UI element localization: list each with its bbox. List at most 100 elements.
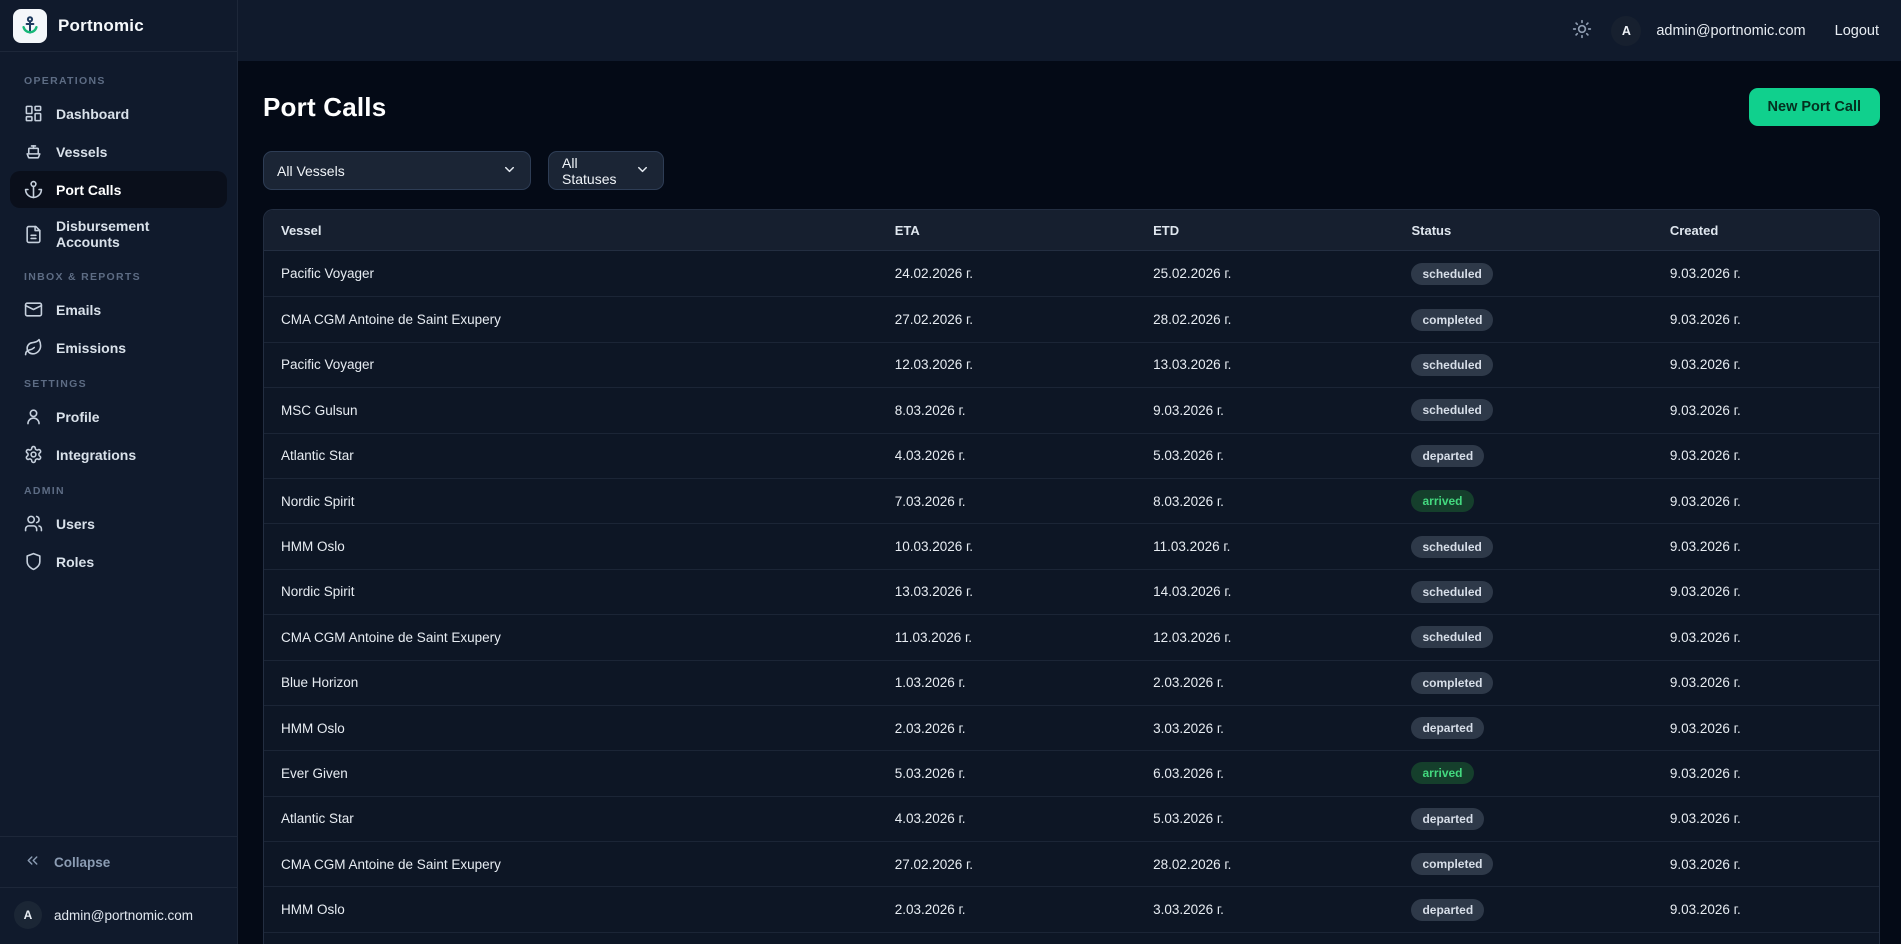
status-cell: completed	[1394, 672, 1652, 694]
sidebar-item-roles[interactable]: Roles	[10, 543, 227, 580]
nav-section-label-admin: ADMIN	[10, 474, 227, 504]
nav-section-label-operations: OPERATIONS	[10, 64, 227, 94]
etd-cell: 8.03.2026 г.	[1136, 494, 1394, 509]
brand-name: Portnomic	[58, 16, 144, 36]
column-header-created: Created	[1653, 223, 1879, 238]
table-row[interactable]: HMM Oslo2.03.2026 г.3.03.2026 г.departed…	[264, 705, 1879, 750]
table-row[interactable]: Atlantic Star4.03.2026 г.5.03.2026 г.dep…	[264, 796, 1879, 841]
vessel-cell: Nordic Spirit	[264, 494, 878, 509]
eta-cell: 2.03.2026 г.	[878, 721, 1136, 736]
etd-cell: 28.02.2026 г.	[1136, 312, 1394, 327]
status-badge: arrived	[1411, 490, 1473, 512]
sun-icon	[1572, 19, 1592, 42]
sidebar-item-profile[interactable]: Profile	[10, 398, 227, 435]
status-filter-select[interactable]: All Statuses	[548, 151, 664, 190]
sidebar-item-label: Integrations	[56, 447, 136, 463]
status-badge: departed	[1411, 445, 1484, 467]
eta-cell: 7.03.2026 г.	[878, 494, 1136, 509]
etd-cell: 13.03.2026 г.	[1136, 357, 1394, 372]
sidebar-item-dashboard[interactable]: Dashboard	[10, 95, 227, 132]
table-row[interactable]: Pacific Voyager12.03.2026 г.13.03.2026 г…	[264, 342, 1879, 387]
sidebar-item-port-calls[interactable]: Port Calls	[10, 171, 227, 208]
created-cell: 9.03.2026 г.	[1653, 857, 1879, 872]
status-cell: completed	[1394, 853, 1652, 875]
table-row[interactable]: HMM Oslo10.03.2026 г.11.03.2026 г.schedu…	[264, 523, 1879, 568]
ship-icon	[24, 142, 43, 161]
user-icon	[24, 407, 43, 426]
anchor-logo-icon	[13, 9, 47, 43]
sidebar-item-emails[interactable]: Emails	[10, 291, 227, 328]
sidebar-user-email: admin@portnomic.com	[54, 908, 193, 923]
table-row[interactable]: CMA CGM Antoine de Saint Exupery27.02.20…	[264, 841, 1879, 886]
vessel-cell: Pacific Voyager	[264, 357, 878, 372]
etd-cell: 5.03.2026 г.	[1136, 448, 1394, 463]
sidebar-item-users[interactable]: Users	[10, 505, 227, 542]
table-row[interactable]: Ever Given5.03.2026 г.6.03.2026 г.arrive…	[264, 750, 1879, 795]
vessel-cell: Atlantic Star	[264, 448, 878, 463]
status-cell: completed	[1394, 309, 1652, 331]
status-badge: arrived	[1411, 762, 1473, 784]
sidebar-user[interactable]: A admin@portnomic.com	[0, 887, 237, 944]
chevrons-left-icon	[24, 852, 41, 872]
table-row[interactable]: CMA CGM Antoine de Saint Exupery27.02.20…	[264, 296, 1879, 341]
table-row[interactable]: CMA CGM Antoine de Saint Exupery11.03.20…	[264, 614, 1879, 659]
status-badge: scheduled	[1411, 263, 1492, 285]
column-header-status: Status	[1394, 223, 1652, 238]
table-row[interactable]: Pacific Voyager24.02.2026 г.25.02.2026 г…	[264, 251, 1879, 296]
eta-cell: 10.03.2026 г.	[878, 539, 1136, 554]
eta-cell: 27.02.2026 г.	[878, 312, 1136, 327]
sidebar-item-label: Port Calls	[56, 182, 121, 198]
table-body: Pacific Voyager24.02.2026 г.25.02.2026 г…	[264, 251, 1879, 944]
sidebar-item-emissions[interactable]: Emissions	[10, 329, 227, 366]
table-row[interactable]: Blue Horizon1.03.2026 г.2.03.2026 г.comp…	[264, 660, 1879, 705]
collapse-button[interactable]: Collapse	[0, 836, 237, 887]
vessel-filter-select[interactable]: All Vessels	[263, 151, 531, 190]
collapse-label: Collapse	[54, 855, 110, 870]
theme-toggle-button[interactable]	[1568, 15, 1596, 46]
sidebar-item-label: Dashboard	[56, 106, 129, 122]
topbar-avatar[interactable]: A	[1611, 16, 1641, 46]
sidebar-item-disbursement-accounts[interactable]: Disbursement Accounts	[10, 209, 227, 259]
status-cell: scheduled	[1394, 581, 1652, 603]
anchor-icon	[24, 180, 43, 199]
table-row[interactable]: MSC Gulsun8.03.2026 г.9.03.2026 г.schedu…	[264, 387, 1879, 432]
nav-section-label-settings: SETTINGS	[10, 367, 227, 397]
etd-cell: 2.03.2026 г.	[1136, 675, 1394, 690]
table-row[interactable]: HMM Oslo2.03.2026 г.3.03.2026 г.departed…	[264, 886, 1879, 931]
vessel-cell: HMM Oslo	[264, 721, 878, 736]
table-row[interactable]: Atlantic Star4.03.2026 г.5.03.2026 г. dep…	[264, 433, 1879, 478]
logout-button[interactable]: Logout	[1835, 23, 1879, 39]
chevron-down-icon	[635, 162, 650, 180]
main-area: A admin@portnomic.com Logout Port Calls …	[238, 0, 1901, 944]
created-cell: 9.03.2026 г.	[1653, 312, 1879, 327]
dashboard-icon	[24, 104, 43, 123]
status-badge: scheduled	[1411, 536, 1492, 558]
table-row[interactable]: Pacific Voyager24.02.2026 г.25.02.2026 г…	[264, 932, 1879, 944]
vessel-cell: Atlantic Star	[264, 811, 878, 826]
created-cell: 9.03.2026 г.	[1653, 448, 1879, 463]
table-row[interactable]: Nordic Spirit7.03.2026 г.8.03.2026 г. arr…	[264, 478, 1879, 523]
sidebar-item-vessels[interactable]: Vessels	[10, 133, 227, 170]
table-row[interactable]: Nordic Spirit13.03.2026 г.14.03.2026 г.s…	[264, 569, 1879, 614]
page-header: Port Calls New Port Call	[263, 88, 1880, 126]
vessel-cell: Nordic Spirit	[264, 584, 878, 599]
etd-cell: 28.02.2026 г.	[1136, 857, 1394, 872]
sidebar-item-integrations[interactable]: Integrations	[10, 436, 227, 473]
vessel-cell: CMA CGM Antoine de Saint Exupery	[264, 857, 878, 872]
app-root: Portnomic OPERATIONS Dashboard Vessels Port…	[0, 0, 1901, 944]
new-port-call-button[interactable]: New Port Call	[1749, 88, 1880, 126]
page-title: Port Calls	[263, 92, 386, 123]
sidebar-item-label: Disbursement Accounts	[56, 218, 213, 250]
vessel-cell: HMM Oslo	[264, 539, 878, 554]
vessel-cell: MSC Gulsun	[264, 403, 878, 418]
eta-cell: 4.03.2026 г.	[878, 448, 1136, 463]
sidebar-item-label: Emissions	[56, 340, 126, 356]
etd-cell: 25.02.2026 г.	[1136, 266, 1394, 281]
created-cell: 9.03.2026 г.	[1653, 266, 1879, 281]
created-cell: 9.03.2026 г.	[1653, 675, 1879, 690]
vessel-cell: Pacific Voyager	[264, 266, 878, 281]
created-cell: 9.03.2026 г.	[1653, 494, 1879, 509]
status-badge: scheduled	[1411, 354, 1492, 376]
shield-icon	[24, 552, 43, 571]
users-icon	[24, 514, 43, 533]
